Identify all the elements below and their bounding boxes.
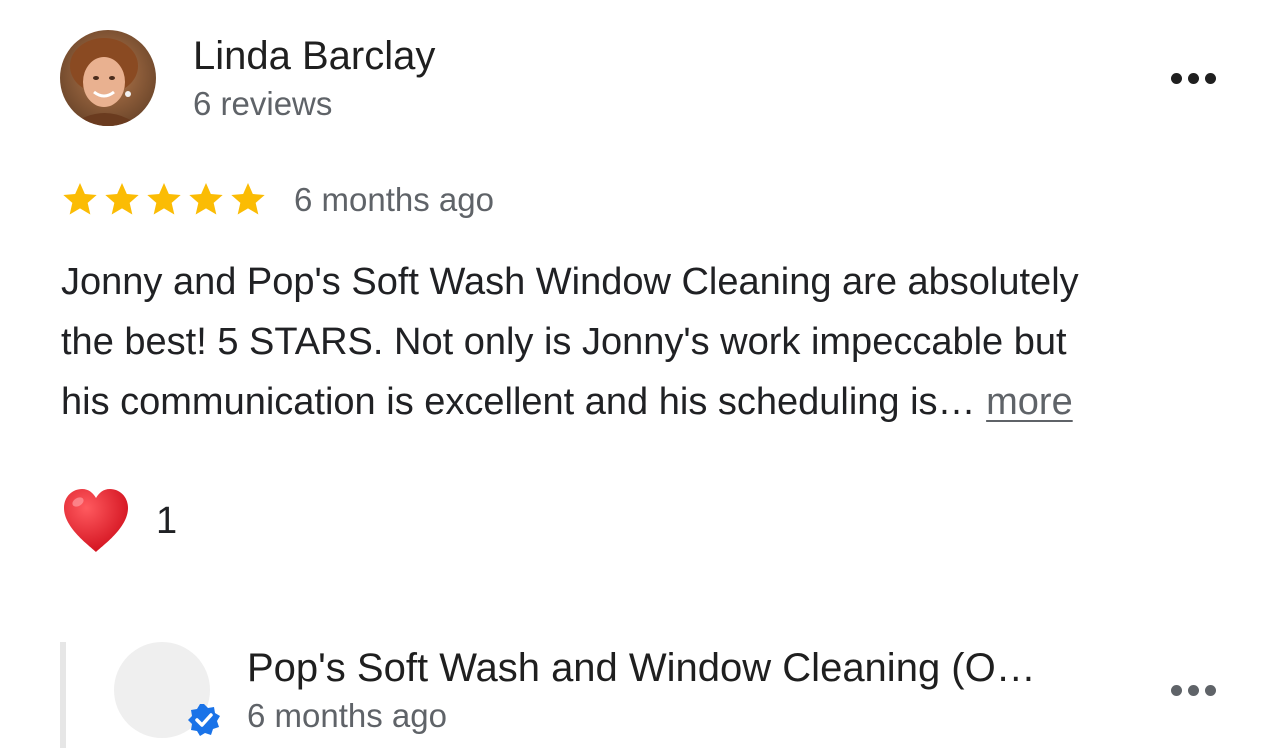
owner-name[interactable]: Pop's Soft Wash and Window Cleaning (O… xyxy=(247,644,1036,692)
reply-more-options-button[interactable] xyxy=(1167,670,1219,710)
star-icon xyxy=(189,183,223,215)
review-text-line: the best! 5 STARS. Not only is Jonny's w… xyxy=(61,321,1067,363)
more-horizontal-icon-dot xyxy=(1187,684,1199,696)
reviewer-review-count[interactable]: 6 reviews xyxy=(193,84,332,124)
reviewer-name[interactable]: Linda Barclay xyxy=(193,32,435,80)
more-horizontal-icon-dot xyxy=(1187,72,1199,84)
star-rating xyxy=(60,176,268,224)
heart-icon xyxy=(64,489,128,552)
more-horizontal-icon xyxy=(1170,72,1182,84)
more-horizontal-icon xyxy=(1170,684,1182,696)
review-card: Linda Barclay 6 reviews 6 months ago Jon… xyxy=(0,0,1277,748)
review-text-line-content: his communication is excellent and his s… xyxy=(61,381,987,423)
more-horizontal-icon-dot xyxy=(1204,72,1216,84)
star-icon xyxy=(105,183,139,215)
review-text-line: his communication is excellent and his s… xyxy=(61,372,1231,432)
user-photo-icon xyxy=(60,30,156,126)
owner-reply-time: 6 months ago xyxy=(247,697,447,734)
more-horizontal-icon-dot xyxy=(1204,684,1216,696)
more-link[interactable]: more xyxy=(986,381,1073,423)
review-text: Jonny and Pop's Soft Wash Window Cleanin… xyxy=(61,252,1231,432)
more-options-button[interactable] xyxy=(1167,58,1219,98)
review-time: 6 months ago xyxy=(294,181,494,218)
star-icon xyxy=(63,183,97,215)
reply-divider xyxy=(60,642,66,748)
review-text-line: Jonny and Pop's Soft Wash Window Cleanin… xyxy=(61,261,1079,303)
reviewer-avatar[interactable] xyxy=(60,30,156,126)
star-icon xyxy=(147,183,181,215)
star-icon xyxy=(231,183,265,215)
reaction-button[interactable]: 1 xyxy=(60,486,177,556)
reaction-count: 1 xyxy=(156,500,178,542)
verified-check-icon xyxy=(186,702,222,738)
